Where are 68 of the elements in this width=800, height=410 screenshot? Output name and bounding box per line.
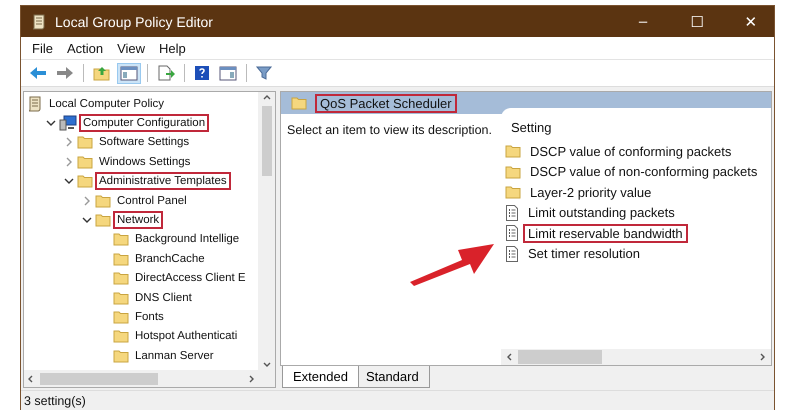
folder-icon bbox=[113, 348, 129, 363]
setting-icon bbox=[505, 246, 519, 262]
setting-item[interactable]: Limit reservable bandwidth bbox=[523, 224, 688, 243]
tree-item[interactable]: Software Settings bbox=[95, 133, 194, 152]
tree-toggle-button[interactable] bbox=[117, 62, 141, 84]
tree-item[interactable]: Local Computer Policy bbox=[45, 94, 168, 113]
setting-item[interactable]: Layer-2 priority value bbox=[525, 182, 656, 202]
setting-item[interactable]: DSCP value of non-conforming packets bbox=[525, 162, 762, 182]
status-text: 3 setting(s) bbox=[24, 394, 86, 408]
description-text: Select an item to view its description. bbox=[287, 123, 492, 137]
tree-item[interactable]: BranchCache bbox=[131, 250, 209, 268]
maximize-button[interactable]: ☐ bbox=[674, 12, 720, 30]
folder-icon bbox=[291, 96, 307, 110]
tree-item[interactable]: Computer Configuration bbox=[79, 114, 210, 132]
scroll-thumb[interactable] bbox=[40, 372, 158, 384]
view-tab[interactable]: Extended bbox=[282, 366, 359, 388]
folder-icon bbox=[77, 174, 93, 188]
scroll-thumb[interactable] bbox=[518, 350, 602, 364]
chevron-down-icon[interactable] bbox=[64, 176, 74, 186]
folder-icon bbox=[113, 252, 129, 266]
tree-item[interactable]: Administrative Templates bbox=[95, 172, 231, 190]
menu-item[interactable]: File bbox=[27, 38, 58, 58]
scroll-icon bbox=[31, 14, 47, 30]
horizontal-scrollbar[interactable] bbox=[501, 349, 771, 365]
folder-icon bbox=[113, 290, 129, 305]
folder-icon bbox=[77, 135, 93, 150]
setting-item[interactable]: Limit outstanding packets bbox=[523, 203, 680, 222]
tree-item[interactable]: Lanman Server bbox=[131, 346, 218, 365]
folder-icon bbox=[505, 164, 521, 179]
folder-icon bbox=[95, 213, 111, 228]
folder-icon bbox=[113, 310, 129, 324]
tree-item[interactable]: Windows Settings bbox=[95, 152, 194, 171]
tree-item[interactable]: Background Intellige bbox=[131, 230, 244, 248]
chevron-right-icon[interactable] bbox=[64, 156, 74, 167]
folder-icon bbox=[113, 232, 129, 246]
setting-item[interactable]: DSCP value of conforming packets bbox=[525, 142, 736, 161]
window-title: Local Group Policy Editor bbox=[55, 14, 214, 30]
column-header[interactable]: Setting bbox=[511, 120, 552, 135]
folder-icon bbox=[505, 144, 521, 158]
folder-icon bbox=[77, 154, 93, 169]
close-button[interactable]: ✕ bbox=[728, 12, 774, 30]
chevron-right-icon[interactable] bbox=[64, 137, 74, 148]
folder-icon bbox=[95, 194, 111, 208]
setting-item[interactable]: Set timer resolution bbox=[523, 244, 645, 264]
setting-icon bbox=[505, 225, 519, 242]
header-title: QoS Packet Scheduler bbox=[315, 94, 457, 112]
chevron-down-icon[interactable] bbox=[82, 215, 92, 226]
tree-item[interactable]: Control Panel bbox=[113, 192, 191, 210]
folder-icon bbox=[113, 329, 129, 344]
menu-item[interactable]: Help bbox=[154, 38, 191, 58]
tree-item[interactable]: Fonts bbox=[131, 308, 168, 326]
tree-item[interactable]: DNS Client bbox=[131, 288, 196, 307]
tree-item[interactable]: Hotspot Authenticati bbox=[131, 327, 242, 346]
vertical-scrollbar[interactable] bbox=[258, 92, 275, 370]
scroll-icon bbox=[27, 96, 43, 112]
tree-item[interactable]: Network bbox=[113, 211, 164, 230]
folder-icon bbox=[113, 271, 129, 286]
scroll-thumb[interactable] bbox=[262, 106, 272, 176]
chevron-right-icon[interactable] bbox=[82, 196, 92, 206]
menu-item[interactable]: View bbox=[112, 38, 150, 58]
horizontal-scrollbar[interactable] bbox=[24, 370, 258, 387]
menu-item[interactable]: Action bbox=[62, 38, 108, 58]
chevron-down-icon[interactable] bbox=[46, 118, 56, 128]
computer-icon bbox=[59, 115, 77, 132]
setting-icon bbox=[505, 204, 519, 221]
tree-item[interactable]: DirectAccess Client E bbox=[131, 269, 250, 288]
minimize-button[interactable]: – bbox=[620, 13, 666, 30]
folder-icon bbox=[505, 185, 521, 200]
